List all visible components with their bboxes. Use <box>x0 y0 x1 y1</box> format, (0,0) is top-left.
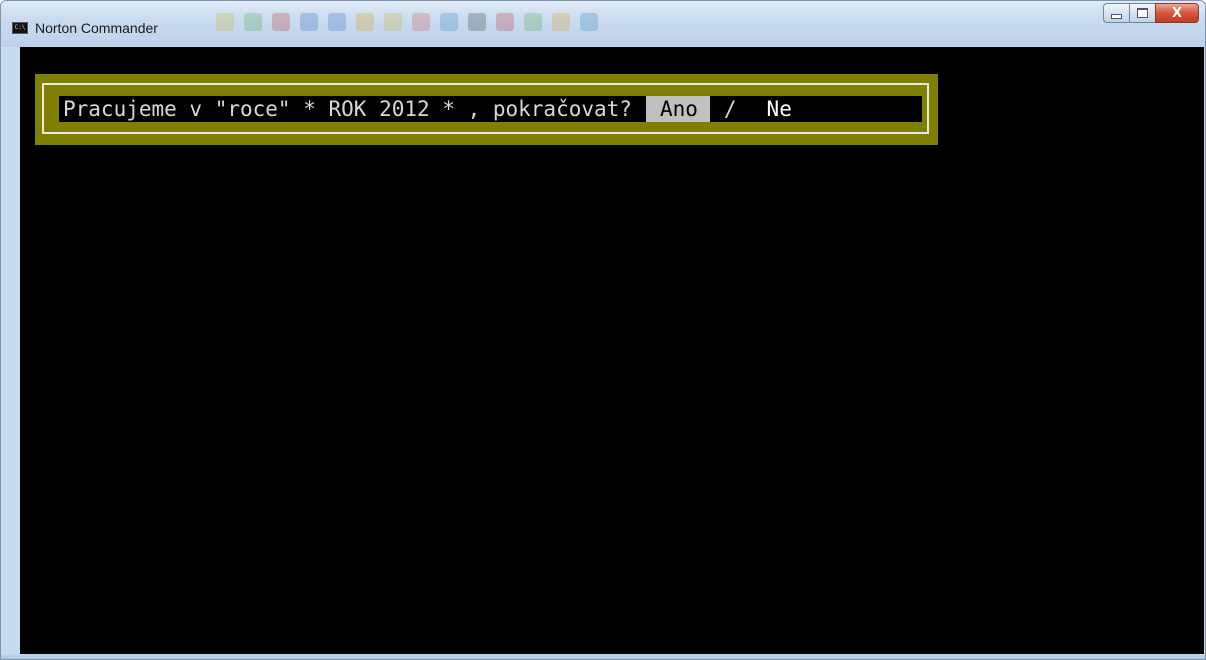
window-bottom-border <box>1 654 1205 659</box>
yes-button[interactable]: Ano <box>645 96 710 122</box>
option-separator: / <box>723 97 737 121</box>
confirm-dialog: Pracujeme v "roce" * ROK 2012 * , pokrač… <box>35 74 938 145</box>
dialog-prompt: Pracujeme v "roce" * ROK 2012 * , pokrač… <box>63 97 632 121</box>
console-area[interactable]: Pracujeme v "roce" * ROK 2012 * , pokrač… <box>20 47 1204 654</box>
background-toolbar-ghost <box>216 9 598 37</box>
maximize-icon <box>1137 8 1148 18</box>
no-button[interactable]: Ne <box>767 97 792 121</box>
title-bar[interactable]: C:\ Norton Commander X <box>1 1 1205 47</box>
window-title: Norton Commander <box>35 20 158 36</box>
maximize-button[interactable] <box>1129 3 1155 23</box>
minimize-icon <box>1111 13 1122 19</box>
minimize-button[interactable] <box>1103 3 1129 23</box>
window-controls: X <box>1103 3 1199 23</box>
dialog-content: Pracujeme v "roce" * ROK 2012 * , pokrač… <box>59 96 922 122</box>
close-icon: X <box>1171 5 1183 21</box>
close-button[interactable]: X <box>1155 3 1199 23</box>
console-app-icon[interactable]: C:\ <box>12 22 28 34</box>
console-window: C:\ Norton Commander X Pracujeme v "roce… <box>0 0 1206 660</box>
